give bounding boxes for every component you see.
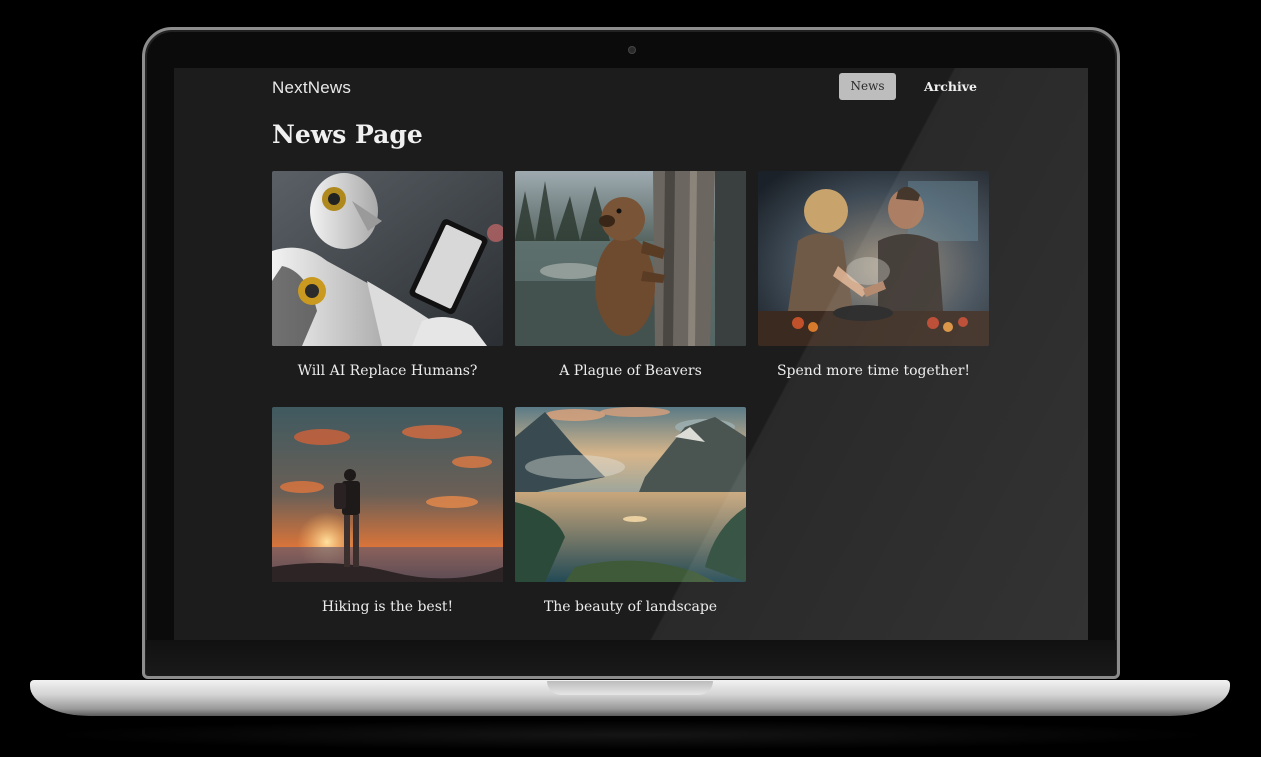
laptop-shadow [40, 720, 1220, 750]
article-title[interactable]: A Plague of Beavers [515, 363, 746, 379]
hiker-at-sunset-image[interactable] [272, 407, 503, 582]
laptop-screen: NextNews News Archive News Page Will AI … [174, 68, 1088, 640]
article-card[interactable]: Hiking is the best! [272, 407, 503, 615]
beaver-on-tree-image[interactable] [515, 171, 746, 346]
laptop-mockup: NextNews News Archive News Page Will AI … [0, 0, 1261, 757]
mountain-lake-image[interactable] [515, 407, 746, 582]
article-card[interactable]: A Plague of Beavers [515, 171, 746, 379]
article-title[interactable]: The beauty of landscape [515, 599, 746, 615]
brand-logo[interactable]: NextNews [272, 78, 351, 98]
robot-with-tablet-image[interactable] [272, 171, 503, 346]
laptop-opening-notch [547, 681, 713, 695]
article-card[interactable]: The beauty of landscape [515, 407, 746, 615]
article-title[interactable]: Spend more time together! [758, 363, 989, 379]
nav-archive-link[interactable]: Archive [924, 73, 977, 100]
couple-cooking-image[interactable] [758, 171, 989, 346]
webcam [628, 46, 636, 54]
page-title: News Page [272, 120, 423, 149]
article-card[interactable]: Will AI Replace Humans? [272, 171, 503, 379]
laptop-bezel-bottom [146, 640, 1116, 676]
nav-news-link[interactable]: News [839, 73, 896, 100]
article-title[interactable]: Hiking is the best! [272, 599, 503, 615]
article-title[interactable]: Will AI Replace Humans? [272, 363, 503, 379]
article-card[interactable]: Spend more time together! [758, 171, 989, 379]
top-navigation-bar: NextNews News Archive [174, 68, 1088, 108]
